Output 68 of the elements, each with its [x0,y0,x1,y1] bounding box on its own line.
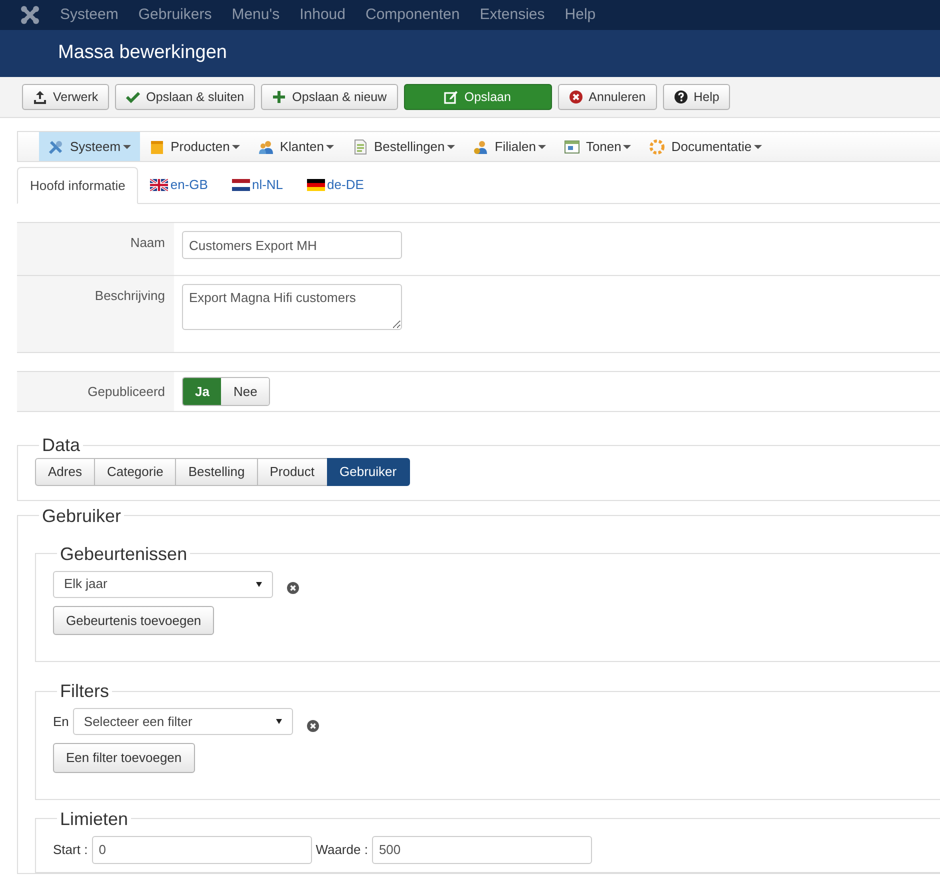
language-tab[interactable]: Hoofd informatie [17,167,138,204]
section-legend: Gebeurtenissen [57,544,190,562]
tools-icon [48,138,64,154]
select-dropdown[interactable]: Elk jaar [53,570,273,598]
toolbar-button[interactable]: Opslaan & sluiten [115,84,256,110]
top-menu-item[interactable]: Menu's [232,4,280,26]
component-menu-item[interactable]: Klanten [248,132,343,161]
page-title: Massa bewerkingen [58,42,227,65]
section-legend: Data [39,436,84,454]
toolbar-button[interactable]: Annuleren [558,84,657,110]
component-menu-item[interactable]: Documentatie [640,132,771,161]
description-field[interactable]: Export Magna Hifi customers [182,284,402,330]
filter-prefix: En [53,712,69,731]
section-legend: Filters [57,682,112,700]
data-tab[interactable]: Categorie [94,458,176,486]
name-field[interactable]: Customers Export MH [182,231,402,259]
section-legend: Limieten [57,810,132,828]
field-label: Start : [53,840,88,859]
data-tab[interactable]: Bestelling [175,458,258,486]
field-label: Waarde : [316,840,368,859]
field-label: Gepubliceerd [17,372,174,411]
field-label: Beschrijving [17,276,174,352]
top-menu-item[interactable]: Inhoud [300,4,346,26]
data-tab[interactable]: Adres [35,458,95,486]
toolbar-button[interactable]: Verwerk [22,84,110,110]
top-menu-item[interactable]: Extensies [480,4,545,26]
flag-icon [307,179,326,191]
value-field[interactable]: 500 [372,836,592,864]
component-menu-item[interactable]: Tonen [554,132,640,161]
top-menu-item[interactable]: Systeem [60,4,118,26]
component-menu-item[interactable]: Producten [140,132,249,161]
toggle-option[interactable]: Ja [183,378,222,405]
toolbar-button[interactable]: Opslaan [404,84,552,110]
remove-icon [287,582,299,594]
window-icon [564,138,580,154]
data-tab[interactable]: Gebruiker [326,458,410,486]
check-icon [126,90,140,104]
edit-icon [444,90,458,104]
plus-icon [272,90,286,104]
remove-icon [306,720,319,732]
toolbar-button[interactable]: Opslaan & nieuw [261,84,398,110]
component-menu-item[interactable]: Bestellingen [342,132,464,161]
language-tab[interactable]: en-GB [138,167,220,203]
toggle-option[interactable]: Nee [221,378,270,405]
language-tab[interactable]: de-DE [295,167,376,203]
start-field[interactable]: 0 [92,836,312,864]
logo-icon [20,5,40,25]
section-legend: Gebruiker [39,506,124,524]
upload-icon [33,90,47,104]
language-tab[interactable]: nl-NL [220,167,296,203]
top-menu-item[interactable]: Gebruikers [138,4,212,26]
flag-icon [150,179,168,191]
component-menu-item[interactable]: Systeem [39,132,140,161]
person-icon [472,138,489,154]
add-button[interactable]: Een filter toevoegen [53,743,195,772]
document-icon [352,138,368,154]
toolbar-button[interactable]: Help [662,84,730,110]
add-button[interactable]: Gebeurtenis toevoegen [53,606,214,635]
cancel-icon [568,90,583,104]
field-label: Naam [17,223,174,275]
box-icon [148,138,165,154]
select-dropdown[interactable]: Selecteer een filter [72,708,293,735]
top-menu-item[interactable]: Help [564,4,596,26]
flag-icon [232,179,250,191]
top-menu-item[interactable]: Componenten [366,4,460,26]
users-icon [258,138,274,154]
component-menu-item[interactable]: Filialen [464,132,555,161]
data-tab[interactable]: Product [256,458,328,486]
